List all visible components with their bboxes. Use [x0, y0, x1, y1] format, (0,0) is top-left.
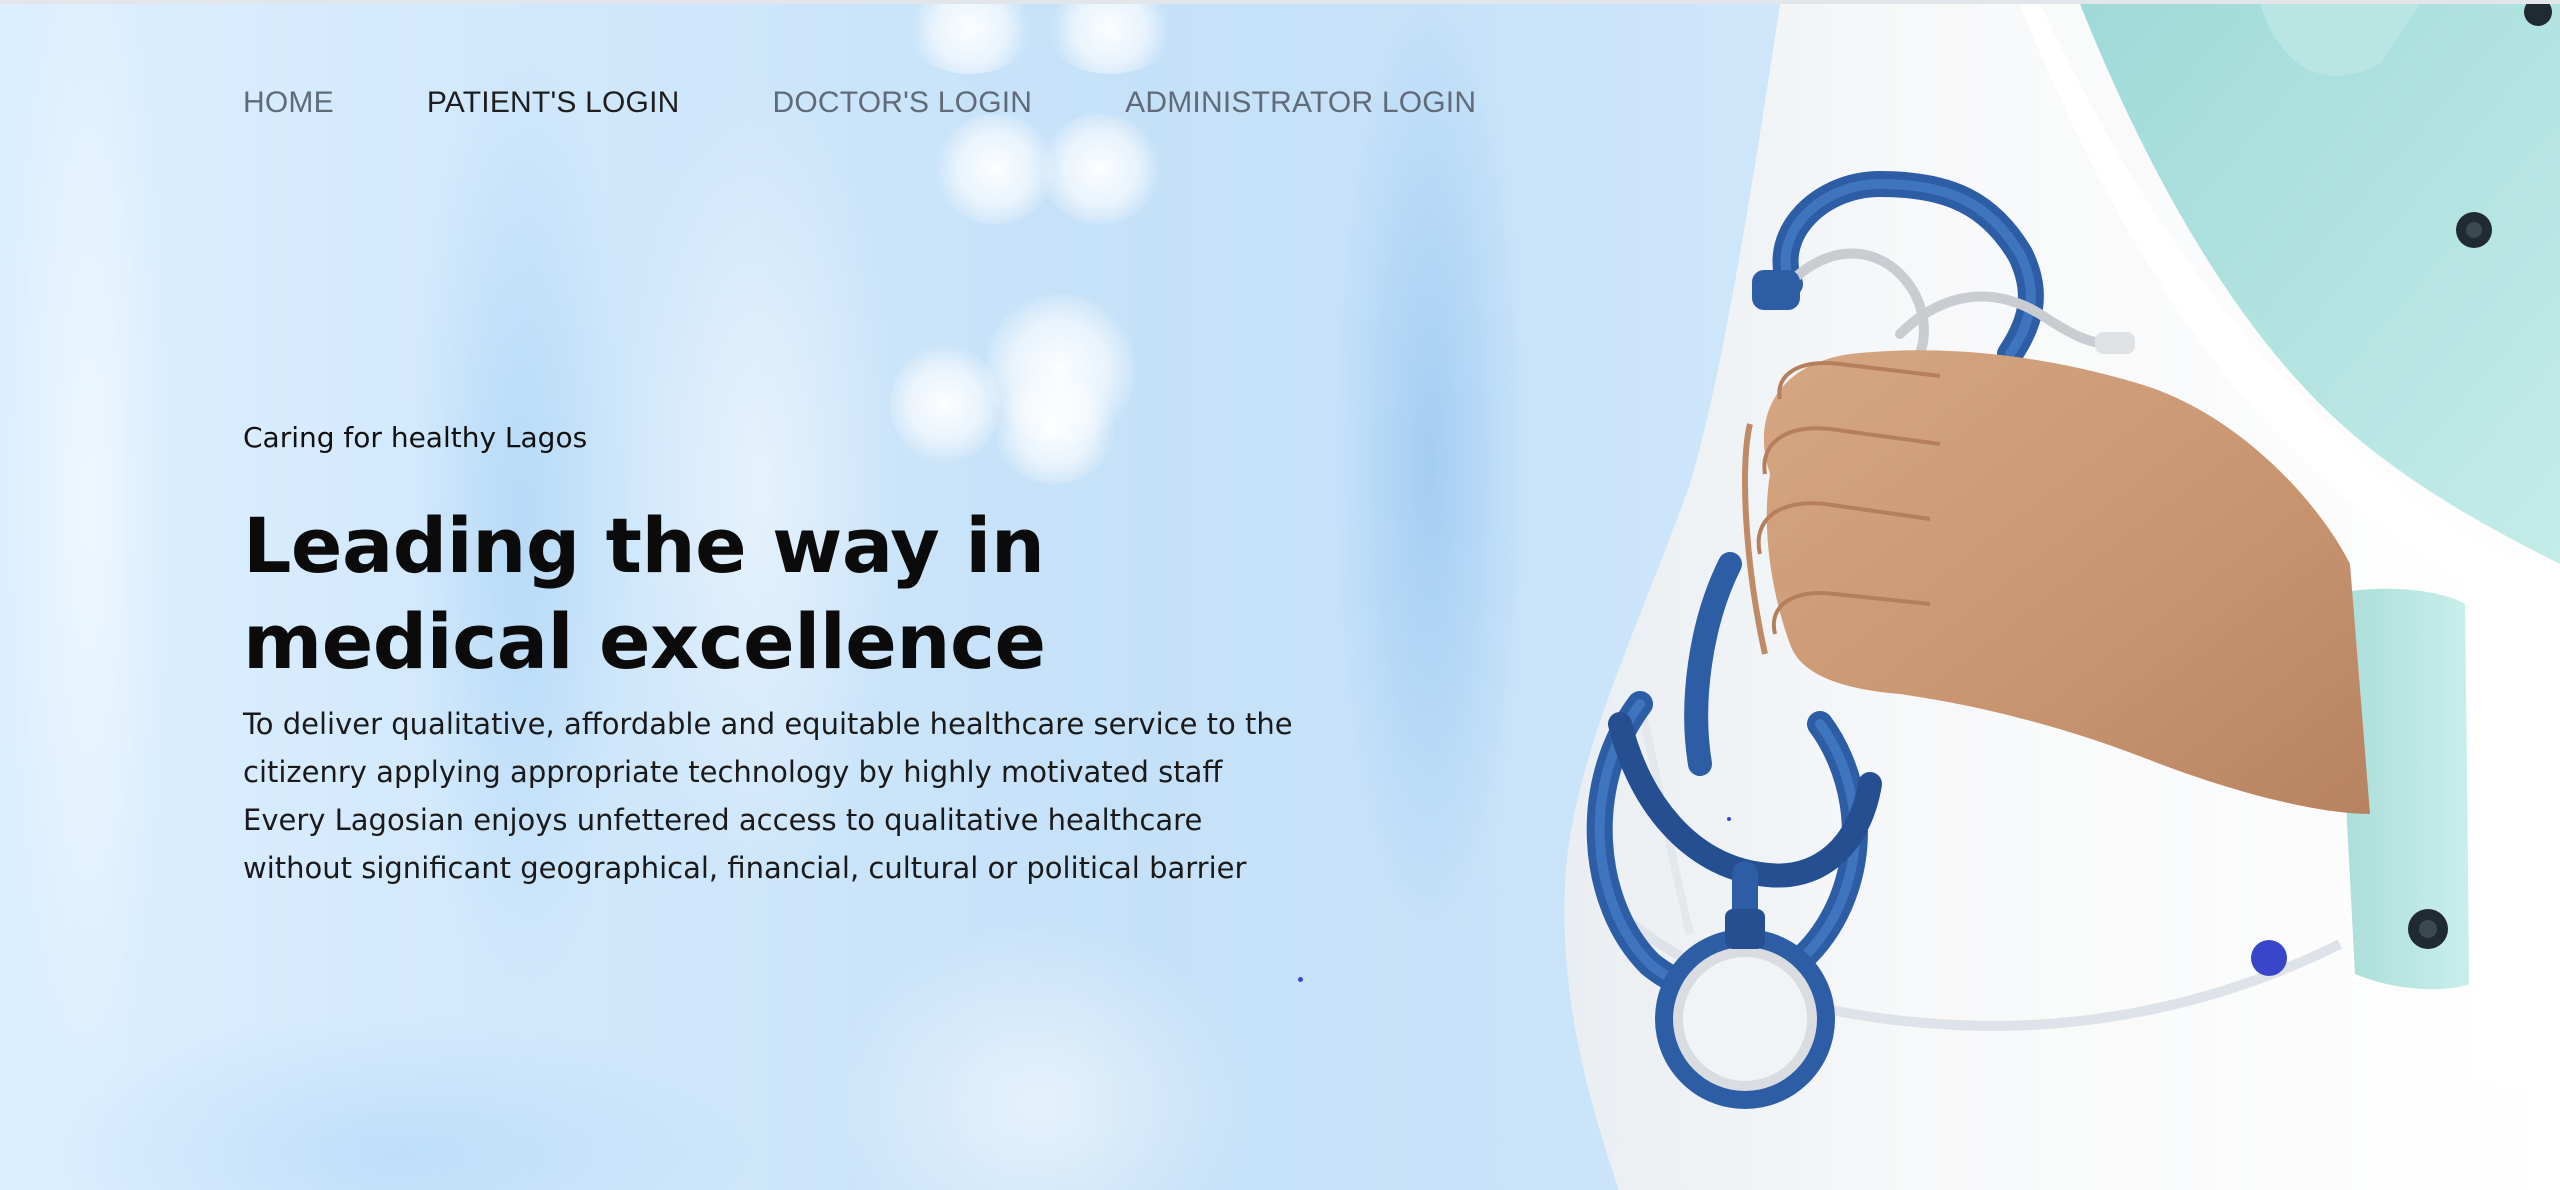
hero-description-line1: To deliver qualitative, affordable and e…	[243, 707, 1293, 789]
nav-doctor-login-link[interactable]: DOCTOR'S LOGIN	[772, 86, 1032, 120]
hero-section: HOME PATIENT'S LOGIN DOCTOR'S LOGIN ADMI…	[0, 0, 2560, 1190]
nav-home-link[interactable]: HOME	[243, 86, 334, 120]
accent-dot-small	[1298, 977, 1303, 982]
hero-description: To deliver qualitative, affordable and e…	[243, 700, 1303, 892]
hero-headline: Leading the way in medical excellence	[243, 501, 1046, 686]
hero-copy: Caring for healthy Lagos Leading the way…	[243, 418, 1343, 892]
background-light	[935, 114, 1055, 224]
nav-patient-login-link[interactable]: PATIENT'S LOGIN	[427, 86, 680, 120]
hero-description-line2: Every Lagosian enjoys unfettered access …	[243, 803, 1247, 885]
hero-tagline: Caring for healthy Lagos	[243, 421, 588, 454]
accent-dot-small	[1727, 817, 1731, 821]
nav-administrator-login-link[interactable]: ADMINISTRATOR LOGIN	[1125, 86, 1476, 120]
doctor-with-stethoscope-image	[1520, 4, 2560, 1190]
background-light	[1040, 114, 1160, 224]
accent-dot	[2251, 940, 2287, 976]
main-navigation: HOME PATIENT'S LOGIN DOCTOR'S LOGIN ADMI…	[243, 86, 1476, 120]
